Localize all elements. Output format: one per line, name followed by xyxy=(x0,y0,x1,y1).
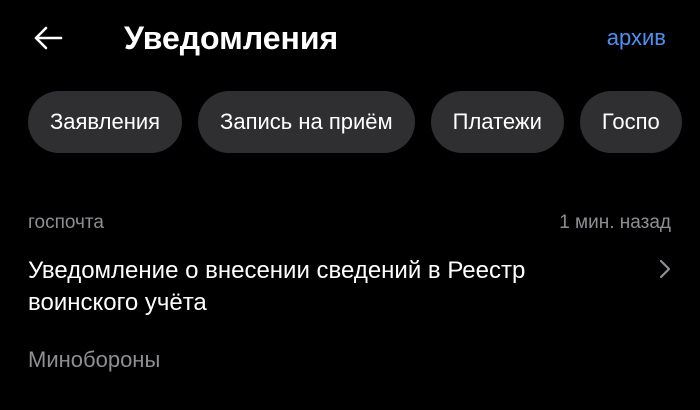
notification-source: госпочта xyxy=(28,212,104,233)
filter-chip-gosmail[interactable]: Госпо xyxy=(579,91,682,153)
chevron-right-icon xyxy=(659,259,671,279)
back-button[interactable] xyxy=(26,16,70,60)
filter-chip-payments[interactable]: Платежи xyxy=(430,91,564,153)
filter-chips: Заявления Запись на приём Платежи Госпо xyxy=(28,91,682,153)
notification-title: Уведомление о внесении сведений в Реестр… xyxy=(28,257,526,316)
filter-chip-applications[interactable]: Заявления xyxy=(28,91,183,153)
notification-item[interactable]: госпочта 1 мин. назад Уведомление о внес… xyxy=(0,200,700,390)
notifications-screen: Уведомления архив Заявления Запись на пр… xyxy=(0,0,700,410)
filter-chip-appointments[interactable]: Запись на приём xyxy=(198,91,415,153)
archive-link[interactable]: архив xyxy=(607,24,666,52)
header: Уведомления архив xyxy=(0,0,700,76)
notification-sender: Минобороны xyxy=(28,347,161,372)
page-title: Уведомления xyxy=(124,20,339,56)
notification-time: 1 мин. назад xyxy=(559,212,671,233)
arrow-left-icon xyxy=(34,26,63,50)
